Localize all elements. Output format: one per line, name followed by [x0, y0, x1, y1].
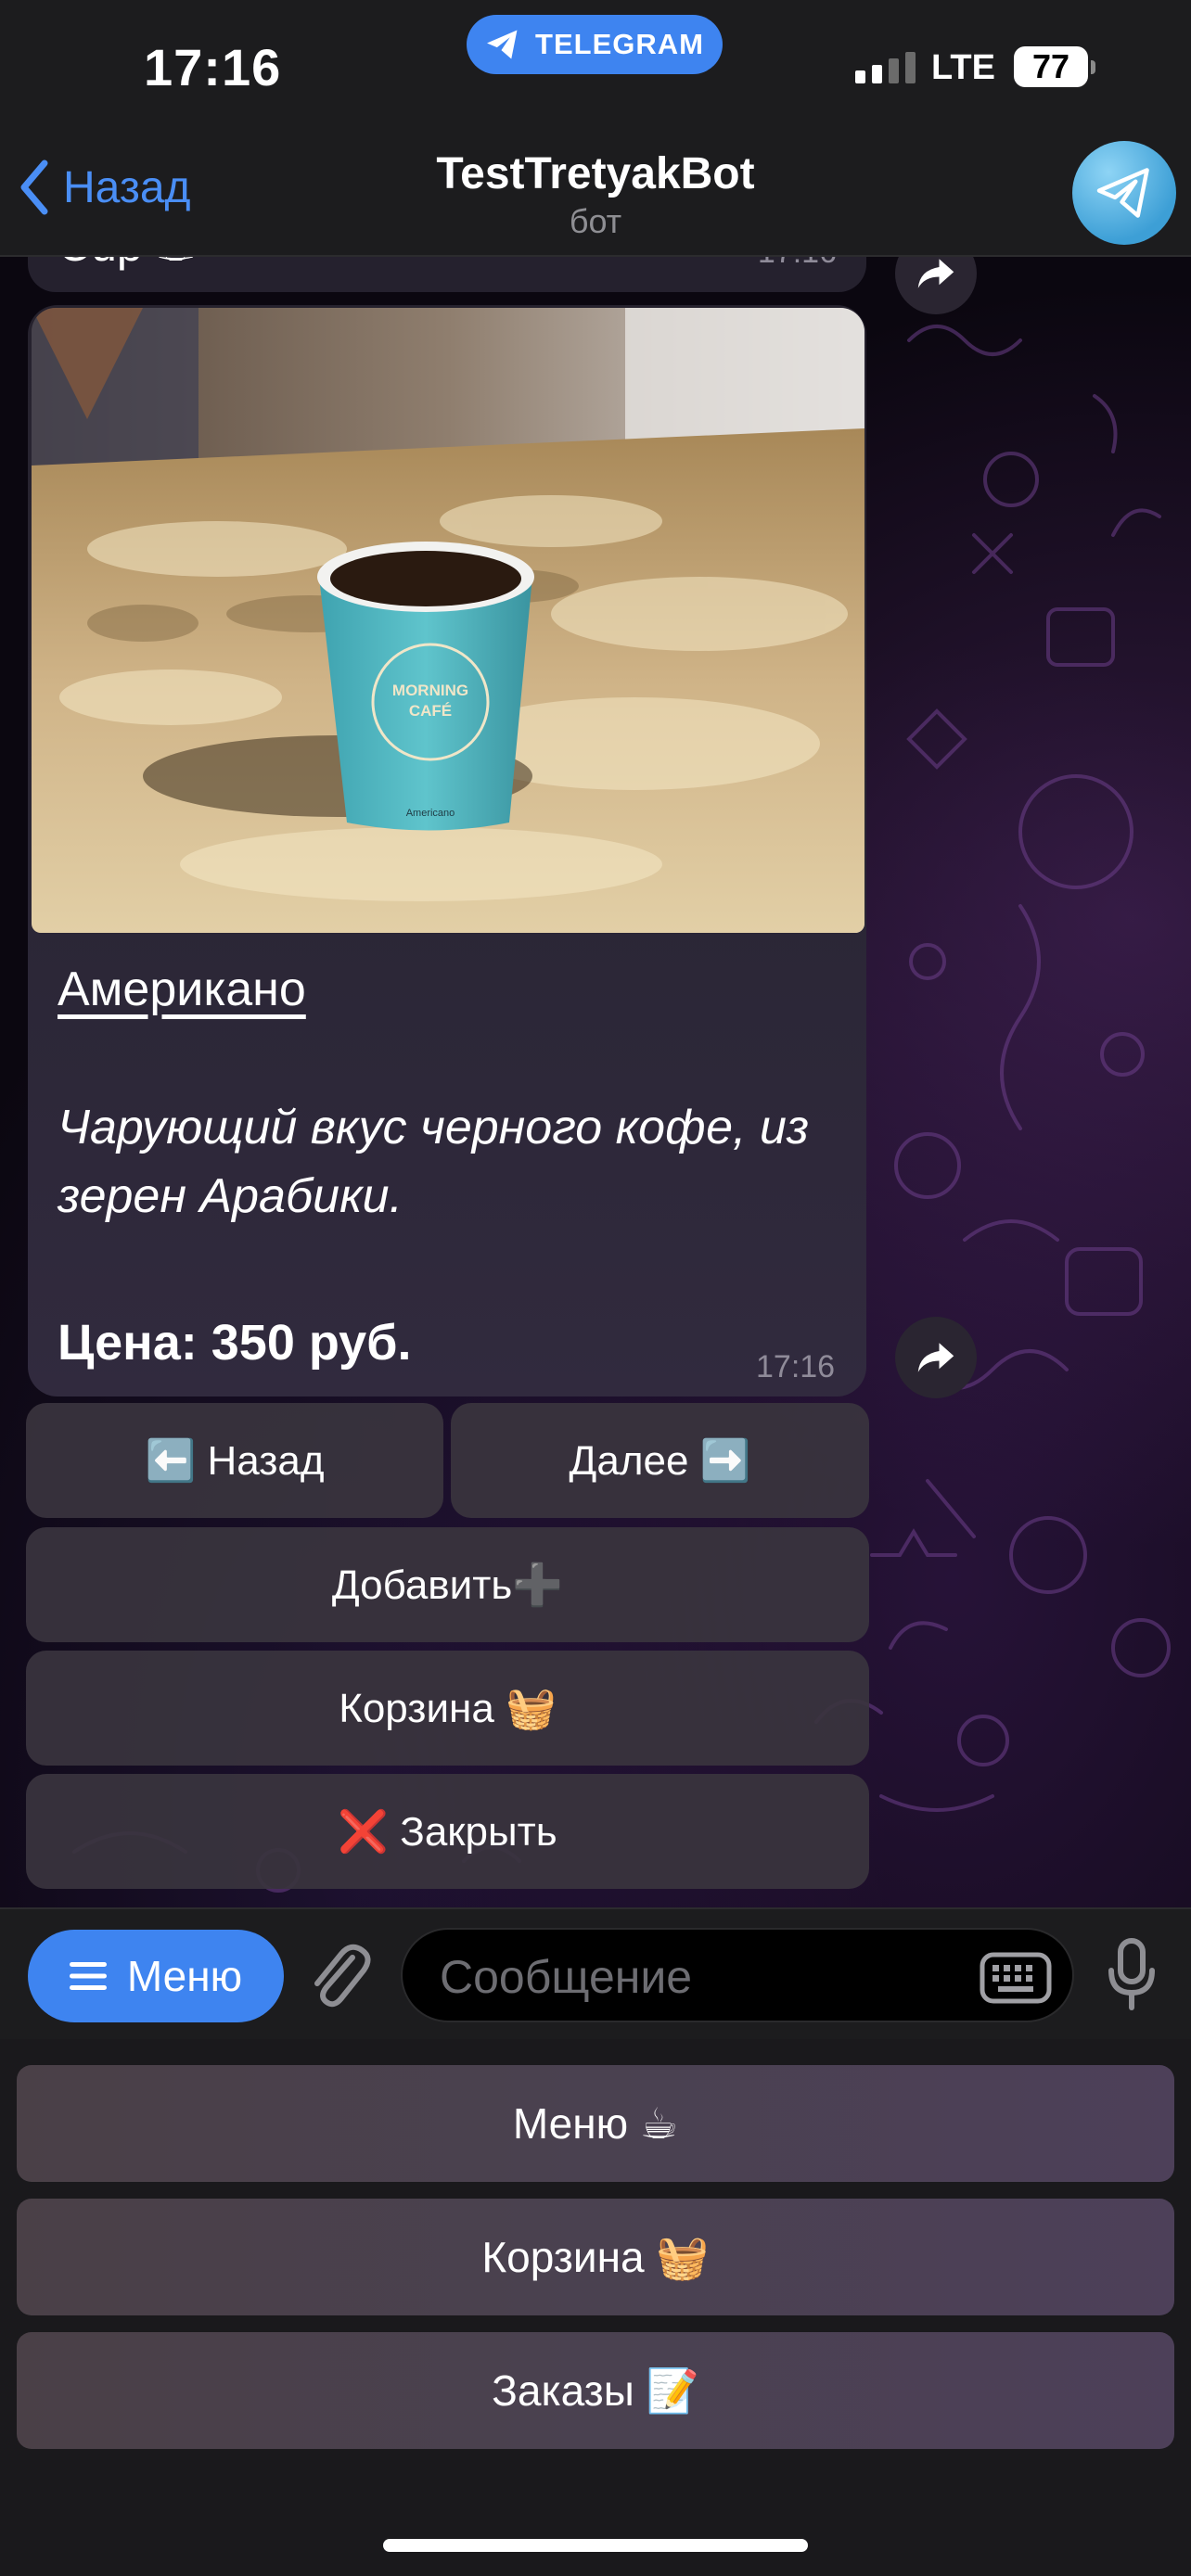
status-time: 17:16: [144, 38, 282, 96]
message-input-bar: Меню Сообщение: [0, 1907, 1191, 2041]
message-input-placeholder: Сообщение: [440, 1951, 693, 2003]
coffee-cup-photo: MORNING CAFÉ Americano: [32, 308, 864, 933]
message-input[interactable]: Сообщение: [401, 1928, 1074, 2022]
chat-area[interactable]: Cup ☕ 17:16: [0, 257, 1191, 1907]
reply-menu-button[interactable]: Меню ☕: [17, 2065, 1174, 2182]
cup-brand-line1: MORNING: [392, 682, 468, 699]
bot-menu-label: Меню: [126, 1952, 243, 2000]
previous-message-time: 17:16: [758, 257, 837, 271]
chat-subtitle: бот: [569, 202, 622, 240]
forward-button[interactable]: [895, 1317, 977, 1398]
product-message-time: 17:16: [756, 1349, 836, 1384]
product-photo[interactable]: MORNING CAFÉ Americano: [32, 308, 864, 933]
reply-orders-button[interactable]: Заказы 📝: [17, 2332, 1174, 2449]
cup-brand-line2: CAFÉ: [409, 702, 452, 720]
battery-icon: 77: [1014, 46, 1095, 87]
telegram-plane-icon: [487, 30, 518, 59]
product-title: Американо: [58, 963, 306, 1016]
forward-arrow-icon: [917, 259, 954, 288]
cup-label: Americano: [406, 808, 455, 819]
reply-cart-button[interactable]: Корзина 🧺: [17, 2199, 1174, 2315]
paperclip-icon: [314, 1944, 371, 2008]
voice-message-button[interactable]: [1106, 1937, 1158, 2016]
attach-button[interactable]: [306, 1937, 371, 2016]
forward-arrow-icon: [917, 1343, 954, 1372]
telegram-plane-icon: [1096, 168, 1149, 218]
inline-cart-button[interactable]: Корзина 🧺: [26, 1651, 869, 1766]
home-indicator[interactable]: [383, 2539, 808, 2552]
hamburger-icon: [69, 1962, 107, 1990]
bot-keyboard-toggle[interactable]: [980, 1952, 1052, 2009]
network-type: LTE: [931, 48, 995, 87]
chat-header: Назад TestTretyakBot бот: [0, 139, 1191, 257]
inline-close-button[interactable]: ❌ Закрыть: [26, 1774, 869, 1889]
product-description: Чарующий вкус черного кофе, из зерен Ара…: [58, 1101, 810, 1223]
telegram-pill[interactable]: TELEGRAM: [467, 15, 723, 74]
status-bar: 17:16 TELEGRAM LTE 77: [0, 0, 1191, 139]
microphone-icon: [1108, 1938, 1155, 2010]
reply-keyboard: Меню ☕ Корзина 🧺 Заказы 📝: [0, 2039, 1191, 2576]
previous-message-bubble[interactable]: Cup ☕ 17:16: [28, 257, 866, 292]
bot-avatar[interactable]: [1072, 141, 1176, 245]
bot-menu-button[interactable]: Меню: [28, 1930, 284, 2022]
inline-add-button[interactable]: Добавить➕: [26, 1527, 869, 1642]
telegram-pill-label: TELEGRAM: [535, 28, 704, 60]
chat-title[interactable]: TestTretyakBot: [0, 148, 1191, 199]
inline-back-button[interactable]: ⬅️ Назад: [26, 1403, 443, 1518]
product-price: Цена: 350 руб.: [58, 1315, 412, 1371]
battery-level: 77: [1031, 47, 1070, 85]
cellular-signal-icon: [855, 52, 916, 83]
inline-next-button[interactable]: Далее ➡️: [451, 1403, 869, 1518]
keyboard-icon: [980, 1952, 1052, 2004]
previous-message-text: Cup ☕: [58, 257, 197, 272]
